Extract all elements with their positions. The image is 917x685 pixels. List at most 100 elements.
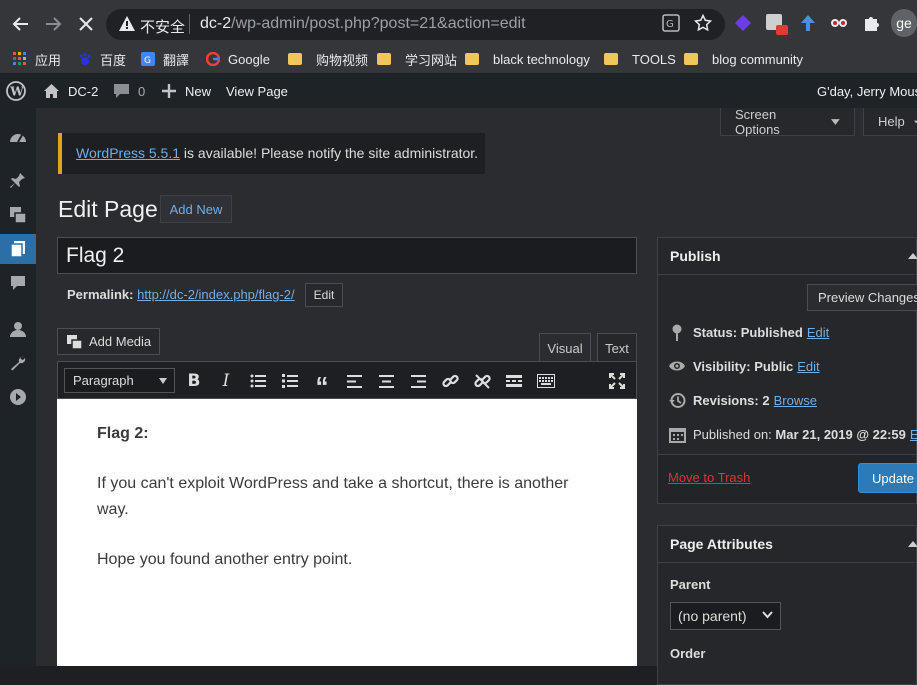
calendar-icon [668,425,686,443]
add-new-button[interactable]: Add New [160,195,232,223]
add-media-icon [67,334,83,350]
status-edit-link[interactable]: Edit [807,325,829,340]
view-page-link[interactable]: View Page [226,74,288,108]
bold-icon[interactable]: B [183,370,205,392]
visibility-edit-link[interactable]: Edit [797,359,819,374]
bookmark-google[interactable]: Google [206,48,270,70]
post-title-input[interactable]: Flag 2 [57,237,637,274]
remove-link-icon[interactable] [471,370,493,392]
bookmark-folder-tools[interactable]: TOOLS [604,48,676,70]
bookmark-star-icon[interactable] [694,14,712,32]
page-attributes-title: Page Attributes [670,536,773,552]
revisions-label: Revisions: [693,392,759,408]
fullscreen-icon[interactable] [606,370,628,392]
bookmark-folder-black-technology[interactable]: black technology [465,48,590,70]
posts-pin-icon[interactable] [0,166,36,196]
help-tab[interactable]: Help [863,108,917,136]
permalink-url[interactable]: http://dc-2/index.php/flag-2/ [137,287,295,302]
bookmark-translate[interactable]: G 翻譯 [141,48,189,70]
align-center-icon[interactable] [375,370,397,392]
users-icon[interactable] [0,314,36,344]
add-media-label: Add Media [89,334,152,349]
published-on-row: Published on: Mar 21, 2019 @ 22:59 Ed [668,424,917,444]
new-content-link[interactable]: New [162,74,211,108]
extension-badge-icon[interactable] [766,14,788,36]
extensions-puzzle-icon[interactable] [862,14,880,32]
comments-icon[interactable] [0,268,36,298]
collapse-menu-icon[interactable] [0,382,36,412]
numbered-list-icon[interactable] [279,370,301,392]
screen-options-tab[interactable]: Screen Options [720,106,855,137]
wordpress-logo-icon[interactable]: W [6,74,26,108]
editor-content[interactable]: Flag 2: If you can't exploit WordPress a… [57,399,637,666]
permalink-edit-button[interactable]: Edit [305,283,343,307]
blockquote-icon[interactable]: “ [311,370,333,401]
comments-link[interactable]: 0 [113,74,145,108]
publish-box-header[interactable]: Publish [658,238,917,275]
preview-changes-button[interactable]: Preview Changes [807,284,917,311]
url-separator [189,14,190,34]
bullet-list-icon[interactable] [247,370,269,392]
bookmark-folder-blog-community[interactable]: blog community [684,48,803,70]
eye-icon [668,357,686,375]
revisions-clock-icon [668,391,686,409]
insert-link-icon[interactable] [439,370,461,392]
move-to-trash-link[interactable]: Move to Trash [668,470,750,485]
parent-label: Parent [670,577,711,592]
toolbar-toggle-icon[interactable] [535,370,557,392]
chevron-down-icon [762,611,773,619]
published-on-edit-link[interactable]: Ed [910,427,917,442]
update-notice: WordPress 5.5.1 is available! Please not… [58,133,485,174]
url-text[interactable]: dc-2/wp-admin/post.php?post=21&action=ed… [200,15,526,33]
content-paragraph-2: Hope you found another entry point. [97,551,353,568]
tab-text[interactable]: Text [597,333,637,362]
extension-eyes-icon[interactable] [830,14,848,32]
bookmark-folder-shopping[interactable]: 购物视频 [288,48,368,70]
parent-select[interactable]: (no parent) [670,602,781,630]
translate-page-icon[interactable]: G [662,14,680,32]
google-icon [206,52,220,66]
italic-icon[interactable]: I [215,370,237,392]
warning-icon[interactable] [118,15,136,32]
collapse-arrow-icon [908,541,917,547]
bookmark-label: blog community [712,51,804,67]
read-more-icon[interactable] [503,370,525,392]
bookmark-label: 百度 [100,52,127,68]
extension-arrow-icon[interactable] [799,14,817,32]
status-row: Status: Published Edit [668,322,829,342]
format-select[interactable]: Paragraph [64,368,175,393]
folder-icon [684,53,698,65]
media-icon[interactable] [0,200,36,230]
dashboard-icon[interactable] [0,122,36,152]
site-name-link[interactable]: DC-2 [43,74,98,108]
pages-icon[interactable] [0,234,36,264]
bookmark-baidu[interactable]: 百度 [78,48,126,70]
bookmarks-bar: 应用 百度 G 翻譯 Google 购物视频 学习网站 black techno… [0,44,917,73]
user-greeting[interactable]: G'day, Jerry Mous [817,74,917,108]
tab-visual[interactable]: Visual [539,333,591,362]
profile-avatar[interactable]: ge [891,9,917,37]
align-right-icon[interactable] [407,370,429,392]
extension-purple-icon[interactable] [734,14,752,32]
align-left-icon[interactable] [343,370,365,392]
url-path: /wp-admin/post.php?post=21&action=edit [231,15,526,32]
bookmark-label: 应用 [35,52,62,68]
tools-wrench-icon[interactable] [0,348,36,378]
content-paragraph-1: If you can't exploit WordPress and take … [97,475,569,518]
revisions-browse-link[interactable]: Browse [774,393,817,408]
forward-arrow-icon[interactable] [41,12,65,36]
bookmark-label: 翻譯 [163,52,190,68]
add-media-button[interactable]: Add Media [57,328,160,355]
update-button[interactable]: Update [858,463,917,493]
bookmark-apps[interactable]: 应用 [13,48,61,70]
status-label: Status: [693,324,738,340]
screen-options-label: Screen Options [735,106,780,137]
comments-count: 0 [138,83,146,99]
bookmark-label: 学习网站 [405,52,458,68]
published-on-value: Mar 21, 2019 @ 22:59 [775,426,906,442]
wordpress-version-link[interactable]: WordPress 5.5.1 [76,145,180,161]
bookmark-folder-learning[interactable]: 学习网站 [377,48,457,70]
back-arrow-icon[interactable] [9,12,33,36]
page-attributes-header[interactable]: Page Attributes [658,526,917,563]
stop-loading-icon[interactable] [74,12,98,36]
